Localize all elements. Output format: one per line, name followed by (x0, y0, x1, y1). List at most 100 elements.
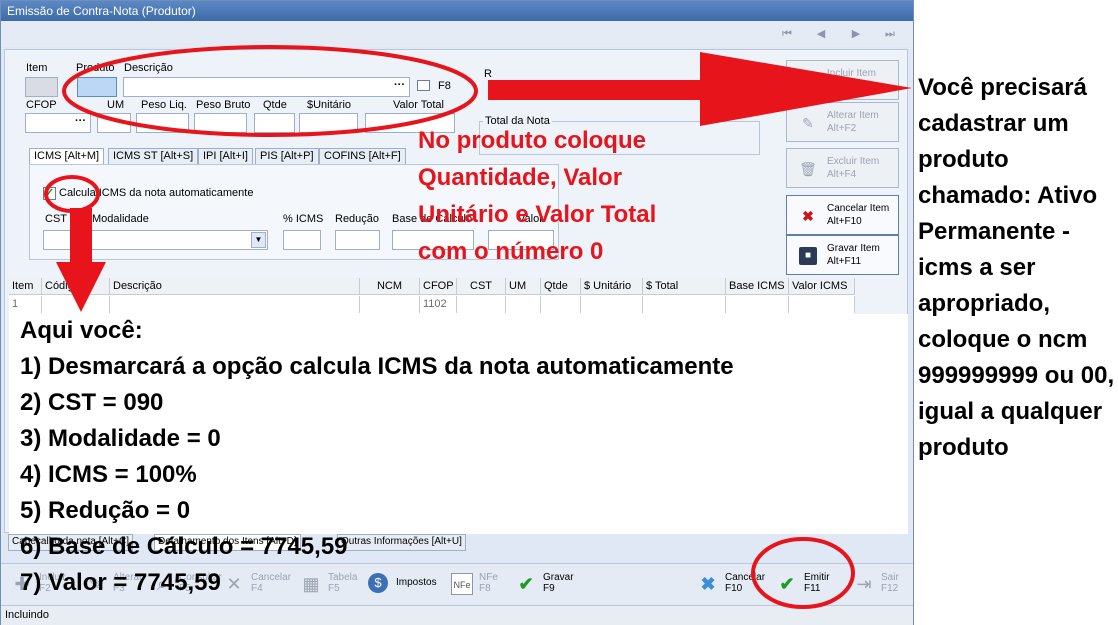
cst-label: CST (45, 213, 67, 225)
qtde-label: Qtde (263, 99, 287, 111)
record-navigation-bar: ⏮ ◀ ▶ ⏭ (1, 21, 913, 47)
red-note-line: com o número 0 (418, 238, 604, 265)
um-label: UM (107, 99, 125, 111)
tab-icms-st[interactable]: ICMS ST [Alt+S] (108, 148, 199, 165)
instruction-line: 3) Modalidade = 0 (20, 425, 221, 452)
tab-cofins[interactable]: COFINS [Alt+F] (319, 148, 406, 165)
qtde-field[interactable] (254, 113, 295, 133)
double-check-icon: ✔ (779, 574, 795, 594)
next-record-icon[interactable]: ▶ (848, 27, 864, 41)
descricao-label: Descrição (124, 62, 173, 74)
grid-header-item[interactable]: Item (9, 278, 42, 295)
instruction-line: Aqui você: (20, 317, 143, 344)
grid-cell-base-icms[interactable] (726, 296, 789, 313)
window-title: Emissão de Contra-Nota (Produtor) (1, 1, 913, 21)
edit-icon: ✎ (802, 115, 814, 131)
instruction-line: 4) ICMS = 100% (20, 461, 197, 488)
instructions: Aqui você: 1) Desmarcará a opção calcula… (20, 313, 734, 601)
items-grid: Item Código Descrição NCM CFOP CST UM Qt… (9, 278, 855, 314)
gravar-item-button[interactable]: ■ Gravar Item Alt+F11 (786, 235, 899, 275)
grid-header-codigo[interactable]: Código (42, 278, 110, 295)
descricao-lookup-button[interactable]: ··· (394, 79, 405, 91)
grid-header-um[interactable]: UM (506, 278, 541, 295)
floppy-disk-icon: ■ (799, 247, 817, 265)
produto-label: Produto (76, 62, 115, 74)
red-note-line: No produto coloque (418, 127, 646, 154)
grid-cell-total[interactable] (643, 296, 726, 313)
grid-cell-cfop[interactable]: 1102 (420, 296, 457, 313)
cfop-lookup-button[interactable]: ··· (75, 115, 86, 127)
previous-record-icon[interactable]: ◀ (813, 27, 829, 41)
alterar-item-button[interactable]: ✎ Alterar Item Alt+F2 (786, 102, 899, 142)
cst-modalidade-select[interactable]: ▼ (43, 230, 268, 250)
instruction-line: 1) Desmarcará a opção calcula ICMS da no… (20, 353, 734, 380)
unitario-field[interactable] (299, 113, 358, 133)
add-icon: ✚ (802, 73, 814, 89)
grid-header-descricao[interactable]: Descrição (110, 278, 360, 295)
reducao-field[interactable] (335, 230, 380, 250)
cfop-field[interactable]: ··· (25, 113, 91, 133)
alterar-item-label: Alterar Item (827, 110, 879, 121)
grid-cell-descricao[interactable] (110, 296, 360, 313)
instruction-line: 7) Valor = 7745,59 (20, 569, 221, 596)
incluir-item-shortcut: Alt+F1 (827, 81, 857, 92)
item-field[interactable] (25, 77, 58, 97)
cancel-x-icon: ✖ (802, 208, 814, 224)
red-note-line: Unitário e Valor Total (418, 201, 657, 228)
grid-header-qtde[interactable]: Qtde (541, 278, 581, 295)
descricao-field[interactable]: ··· (123, 77, 410, 97)
grid-cell-valor-icms[interactable] (789, 296, 855, 313)
pct-icms-field[interactable] (283, 230, 321, 250)
tab-pis[interactable]: PIS [Alt+P] (255, 148, 319, 165)
chevron-down-icon[interactable]: ▼ (251, 232, 266, 248)
peso-bruto-label: Peso Bruto (196, 99, 251, 111)
r-label: R (484, 68, 492, 80)
peso-liq-field[interactable] (136, 113, 189, 133)
excluir-item-button[interactable]: 🗑 Excluir Item Alt+F4 (786, 148, 899, 188)
grid-cell-codigo[interactable] (42, 296, 110, 313)
instruction-line: 5) Redução = 0 (20, 497, 191, 524)
um-field[interactable] (97, 113, 131, 133)
gravar-item-label: Gravar Item (827, 243, 880, 254)
unitario-label: $Unitário (307, 99, 352, 111)
grid-header-unitario[interactable]: $ Unitário (581, 278, 643, 295)
instruction-line: 2) CST = 090 (20, 389, 164, 416)
red-note: No produto coloque Quantidade, Valor Uni… (418, 122, 656, 270)
alterar-item-shortcut: Alt+F2 (827, 123, 857, 134)
cancelar-item-shortcut: Alt+F10 (827, 216, 862, 227)
instruction-line: 6) Base de Cálculo = 7745,59 (20, 533, 348, 560)
cancelar-item-button[interactable]: ✖ Cancelar Item Alt+F10 (786, 195, 899, 235)
side-note: Você precisará cadastrar um produto cham… (918, 74, 1115, 461)
peso-liq-label: Peso Liq. (141, 99, 187, 111)
grid-cell-unitario[interactable] (581, 296, 643, 313)
last-record-icon[interactable]: ⏭ (882, 27, 898, 41)
excluir-item-shortcut: Alt+F4 (827, 169, 857, 180)
cancelar-item-label: Cancelar Item (827, 203, 890, 214)
keyboard-icon[interactable] (417, 80, 430, 91)
grid-header-valor-icms[interactable]: Valor ICMS (789, 278, 855, 295)
tab-ipi[interactable]: IPI [Alt+I] (198, 148, 253, 165)
grid-header-cst[interactable]: CST (457, 278, 506, 295)
produto-field[interactable] (77, 77, 117, 97)
grid-header-total[interactable]: $ Total (643, 278, 726, 295)
modalidade-label: Modalidade (92, 213, 149, 225)
cfop-label: CFOP (26, 99, 57, 111)
grid-cell-item[interactable]: 1 (9, 296, 42, 313)
grid-header-base-icms[interactable]: Base ICMS (726, 278, 789, 295)
tab-icms[interactable]: ICMS [Alt+M] (29, 148, 105, 165)
reducao-label: Redução (335, 213, 380, 225)
excluir-item-label: Excluir Item (827, 156, 880, 167)
peso-bruto-field[interactable] (194, 113, 247, 133)
incluir-item-label: Incluir Item (827, 68, 876, 79)
calcula-icms-checkbox[interactable]: ✓ (43, 187, 56, 200)
first-record-icon[interactable]: ⏮ (779, 27, 795, 41)
status-bar: Incluindo (1, 605, 913, 625)
grid-cell-cst[interactable] (457, 296, 506, 313)
grid-cell-ncm[interactable] (360, 296, 420, 313)
grid-header-cfop[interactable]: CFOP (420, 278, 457, 295)
incluir-item-button[interactable]: ✚ Incluir Item Alt+F1 (786, 60, 899, 100)
trash-icon: 🗑 (799, 161, 817, 177)
grid-header-ncm[interactable]: NCM (360, 278, 420, 295)
grid-cell-qtde[interactable] (541, 296, 581, 313)
grid-cell-um[interactable] (506, 296, 541, 313)
